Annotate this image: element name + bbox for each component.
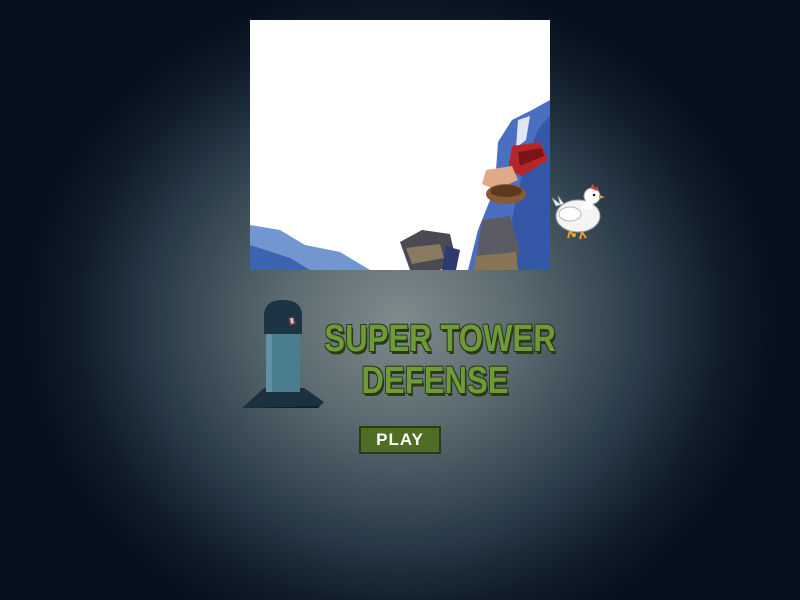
hero-art-image bbox=[250, 100, 550, 270]
chicken-sprite bbox=[550, 180, 608, 240]
play-button[interactable]: PLAY bbox=[359, 426, 441, 454]
tower-logo bbox=[238, 296, 328, 414]
game-stage: SUPER TOWER DEFENSE PLAY bbox=[0, 0, 800, 600]
title-line-1: SUPER TOWER bbox=[324, 318, 556, 360]
splash-art bbox=[250, 20, 550, 270]
chicken-icon bbox=[551, 184, 605, 240]
title-line-2: DEFENSE bbox=[361, 360, 509, 402]
tower-icon bbox=[242, 300, 324, 408]
game-title: SUPER TOWER DEFENSE bbox=[324, 318, 556, 402]
